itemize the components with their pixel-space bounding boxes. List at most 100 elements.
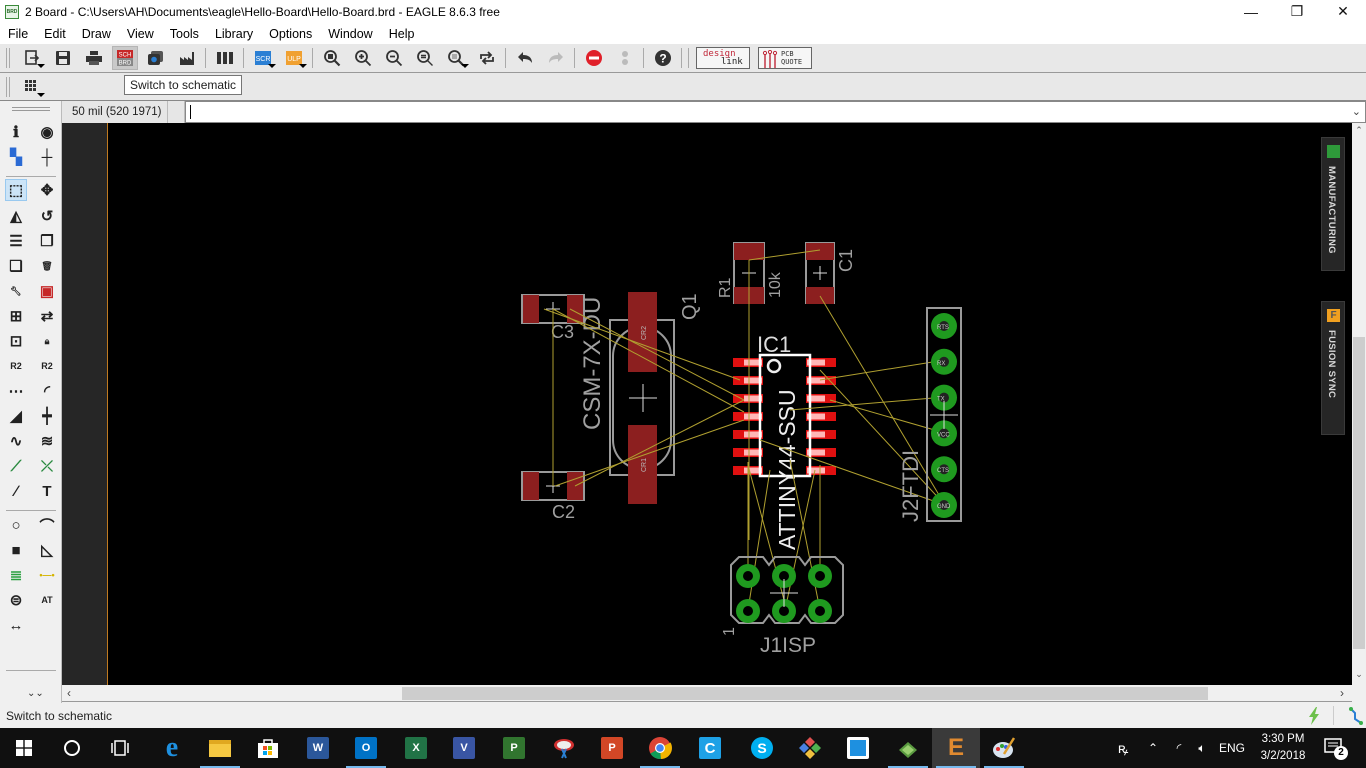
mirror-tool-button[interactable]: ◭ xyxy=(5,205,27,227)
menu-view[interactable]: View xyxy=(119,27,162,41)
board-canvas[interactable]: C3 C2 CR2 CR1 CSM-7X-DU Q1 R1 10k C1 IC1 ATTINY44-… xyxy=(62,123,1352,685)
swap-tool-button[interactable]: ⇄ xyxy=(36,305,58,327)
script-button[interactable]: SCR xyxy=(250,46,276,70)
info-tool-button[interactable]: ℹ xyxy=(5,121,27,143)
design-link-button[interactable]: design link xyxy=(696,47,750,69)
input-language[interactable]: ENG xyxy=(1214,741,1250,755)
delete-tool-button[interactable]: 🗑︎ xyxy=(36,255,58,277)
zoom-in-button[interactable] xyxy=(350,46,376,70)
signal-tool-button[interactable]: •—• xyxy=(36,564,58,586)
manufacturing-panel-tab[interactable]: MANUFACTURING xyxy=(1321,137,1345,271)
library-button[interactable] xyxy=(212,46,238,70)
redo-button[interactable] xyxy=(543,46,569,70)
taskbar-excel[interactable]: X xyxy=(392,728,440,768)
taskbar-project[interactable]: P xyxy=(490,728,538,768)
menu-window[interactable]: Window xyxy=(320,27,380,41)
panel-grip[interactable] xyxy=(12,107,50,111)
taskbar-powerpoint[interactable]: P xyxy=(588,728,636,768)
menu-draw[interactable]: Draw xyxy=(74,27,119,41)
scroll-left-arrow[interactable]: ‹ xyxy=(67,686,71,700)
taskbar-chrome[interactable] xyxy=(636,728,684,768)
ripup-route-tool-button[interactable]: ⤫ xyxy=(36,455,58,477)
move-tool-button[interactable]: ✥ xyxy=(36,179,58,201)
group-tool-button[interactable]: ⬚ xyxy=(5,179,27,201)
vertical-scrollbar[interactable]: ⌃ ⌄ xyxy=(1352,123,1366,685)
vertical-scroll-thumb[interactable] xyxy=(1353,337,1365,649)
layer-settings-tool-button[interactable]: ▚ xyxy=(5,146,27,168)
route-tool-button[interactable]: ⟋ xyxy=(5,455,27,477)
polygon-tool-button[interactable]: ◺ xyxy=(36,539,58,561)
stop-button[interactable] xyxy=(581,46,607,70)
via-tool-button[interactable]: ≣ xyxy=(5,564,27,586)
add-tool-button[interactable]: ▣ xyxy=(36,280,58,302)
taskbar-snipping-tool[interactable] xyxy=(540,728,588,768)
rect-tool-button[interactable]: ■ xyxy=(5,539,27,561)
taskbar-word[interactable]: W xyxy=(294,728,342,768)
attribute-tool-button[interactable]: AT xyxy=(36,589,58,611)
switch-schematic-button[interactable]: SCH BRD xyxy=(111,46,138,70)
panel-expand-chevron[interactable]: ⌄⌄ xyxy=(27,688,44,699)
close-button[interactable]: ✕ xyxy=(1320,0,1366,23)
undo-button[interactable] xyxy=(512,46,538,70)
ripup-tool-button[interactable]: ⋯ xyxy=(5,380,27,402)
show-tool-button[interactable]: ◉ xyxy=(36,121,58,143)
print-button[interactable] xyxy=(81,46,107,70)
clock[interactable]: 3:30 PM 3/2/2018 xyxy=(1250,731,1316,765)
horizontal-scrollbar[interactable]: ‹ › xyxy=(62,685,1352,702)
command-history-dropdown[interactable]: ⌄ xyxy=(1352,105,1361,118)
cortana-button[interactable] xyxy=(48,728,96,768)
taskbar-outlook[interactable]: O xyxy=(342,728,390,768)
hole-tool-button[interactable]: ⊜ xyxy=(5,589,27,611)
action-center-button[interactable]: 2 xyxy=(1322,736,1348,760)
taskbar-skype[interactable]: S xyxy=(738,728,786,768)
menu-help[interactable]: Help xyxy=(381,27,423,41)
zoom-fit-button[interactable] xyxy=(319,46,345,70)
zoom-last-button[interactable] xyxy=(443,46,469,70)
volume-icon[interactable]: 🔈︎ xyxy=(1190,741,1214,756)
mark-tool-button[interactable]: ┼ xyxy=(36,146,58,168)
name-tool-button[interactable]: R2 xyxy=(5,355,27,377)
taskbar-paint[interactable] xyxy=(980,728,1028,768)
taskbar-visio[interactable]: V xyxy=(440,728,488,768)
rotate-tool-button[interactable]: ↺ xyxy=(36,205,58,227)
meander-tool-button[interactable]: ∿ xyxy=(5,430,27,452)
help-button[interactable]: ? xyxy=(650,46,676,70)
board-drawing[interactable]: C3 C2 CR2 CR1 CSM-7X-DU Q1 R1 10k C1 IC1 ATTINY44-… xyxy=(62,123,1352,685)
arc-tool-button[interactable]: ⌒ xyxy=(36,514,58,536)
grid-button[interactable] xyxy=(19,75,45,99)
value-tool-button[interactable]: R2 xyxy=(36,355,58,377)
copy-tool-button[interactable]: ❐ xyxy=(36,230,58,252)
ulp-button[interactable]: ULP xyxy=(281,46,307,70)
taskbar-git-app[interactable] xyxy=(786,728,834,768)
menu-file[interactable]: File xyxy=(0,27,36,41)
taskbar-eagle-library[interactable] xyxy=(884,728,932,768)
redraw-button[interactable] xyxy=(474,46,500,70)
show-hidden-icons[interactable]: ⌃ xyxy=(1138,741,1168,755)
slice-tool-button[interactable]: ≋ xyxy=(36,430,58,452)
task-view-button[interactable] xyxy=(96,728,144,768)
open-button[interactable] xyxy=(19,46,45,70)
command-input[interactable]: ⌄ xyxy=(185,101,1366,123)
cam-button[interactable] xyxy=(143,46,169,70)
toolbar-grip[interactable] xyxy=(6,48,10,68)
scroll-up-arrow[interactable]: ⌃ xyxy=(1352,125,1366,139)
start-button[interactable] xyxy=(0,728,48,768)
horizontal-scroll-thumb[interactable] xyxy=(402,687,1208,700)
taskbar-edge[interactable]: e xyxy=(148,728,196,768)
smash-tool-button[interactable]: ⊡ xyxy=(5,330,27,352)
menu-edit[interactable]: Edit xyxy=(36,27,74,41)
change-tool-button[interactable]: 🔧︎ xyxy=(5,280,27,302)
paste-tool-button[interactable]: ❏ xyxy=(5,255,27,277)
optimize-tool-button[interactable]: ┿ xyxy=(36,405,58,427)
pcb-quote-button[interactable]: PCB QUOTE xyxy=(758,47,812,69)
scroll-down-arrow[interactable]: ⌄ xyxy=(1352,669,1366,683)
fusion-sync-panel-tab[interactable]: F FUSION SYNC xyxy=(1321,301,1345,435)
lightning-icon[interactable] xyxy=(1307,707,1321,725)
text-tool-button[interactable]: T xyxy=(36,480,58,502)
manufacturing-button[interactable] xyxy=(174,46,200,70)
menu-tools[interactable]: Tools xyxy=(162,27,207,41)
autorouter-icon[interactable] xyxy=(1349,707,1365,725)
replace-tool-button[interactable]: ⊞ xyxy=(5,305,27,327)
taskbar-bracket-app[interactable] xyxy=(834,728,882,768)
minimize-button[interactable]: — xyxy=(1228,0,1274,23)
